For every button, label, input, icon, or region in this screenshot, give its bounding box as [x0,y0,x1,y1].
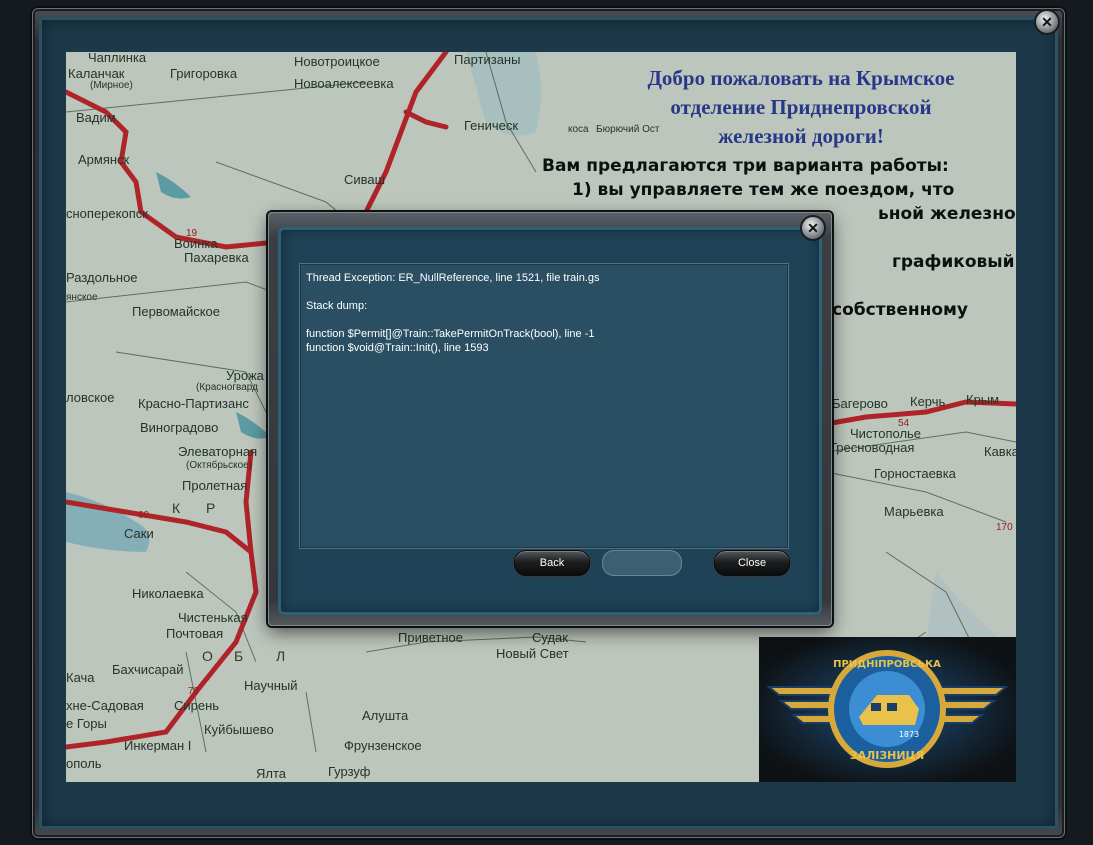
road-number: 60 [138,510,150,521]
map-town-label: ловское [66,390,115,405]
map-town-label: Пролетная [182,478,248,493]
error-message-line: Stack dump: [306,300,368,312]
map-town-label: Судак [532,630,568,645]
map-town-label: Бахчисарай [112,662,184,677]
back-button[interactable]: Back [514,550,590,576]
map-town-label: Каланчак [68,66,125,81]
map-town-label: Бюрючий Ост [596,124,660,135]
region-letter: Б [234,648,244,664]
road-number: 170 [996,522,1013,533]
map-town-label: янское [66,292,98,303]
region-letter: Л [276,648,286,664]
map-town-label: Гресноводная [830,440,915,455]
map-town-label: Чистенькая [178,610,248,625]
map-town-label: Чистополье [850,426,922,441]
map-town-label: Сиваш [344,172,386,187]
road-number: 19 [186,228,198,239]
map-town-label: Партизаны [454,52,521,67]
map-town-label: Керчь [910,394,946,409]
logo-bottom-text: ЗАЛІЗНИЦЯ [850,749,924,762]
map-town-label: коса [568,124,589,135]
map-town-label: Урожа [226,368,264,383]
map-town-label: Виноградово [140,420,219,435]
offer-line-2: 1) вы управляете тем же поездом, что [572,180,955,200]
map-town-label: Элеваторная [178,444,258,459]
offer-line-4: графиковый [892,252,1015,272]
offer-line-1: Вам предлагаются три варианта работы: [542,156,949,176]
welcome-title: Добро пожаловать на Крымское отделение П… [586,64,1016,151]
map-town-label: (Мирное) [90,80,133,91]
map-town-label: Марьевка [884,504,944,519]
logo-year: 1873 [899,730,919,739]
map-town-label: Алушта [362,708,409,723]
railway-logo: ПРИДНІПРОВСЬКА ЗАЛІЗНИЦЯ 1873 [759,637,1016,782]
map-town-label: (Октябрьское) [186,460,253,471]
disabled-button [602,550,682,576]
error-dialog: Thread Exception: ER_NullReference, line… [268,212,832,626]
map-town-label: Геническ [464,118,519,133]
map-town-label: хне-Садовая [66,698,144,713]
map-town-label: Крым [966,392,1000,407]
map-town-label: Красно-Партизанс [138,396,249,411]
map-town-label: Багерово [832,396,888,411]
error-message-line: function $Permit[]@Train::TakePermitOnTr… [306,328,595,340]
map-town-label: Первомайское [132,304,221,319]
error-message-line [306,285,788,299]
region-letter: К [172,500,181,516]
error-message-line: Thread Exception: ER_NullReference, line… [306,272,600,284]
map-town-label: Кавказ [984,444,1016,459]
map-town-label: Горностаевка [874,466,956,481]
close-button[interactable]: Close [714,550,790,576]
map-town-label: Саки [124,526,154,541]
map-town-label: Новый Свет [496,646,569,661]
map-town-label: Григоровка [170,66,238,81]
error-message-line [306,313,788,327]
map-town-label: Пахаревка [184,250,249,265]
offer-line-5: собственному [832,300,968,320]
map-town-label: (Красногвард [196,382,258,393]
map-town-label: Фрунзенское [344,738,422,753]
error-message-line: function $void@Train::Init(), line 1593 [306,342,489,354]
map-town-label: Чаплинка [88,52,147,65]
map-town-label: Инкерман I [124,738,192,753]
map-town-label: Новотроицкое [294,54,380,69]
map-town-label: Раздольное [66,270,138,285]
map-town-label: Кача [66,670,95,685]
railway-emblem-icon: ПРИДНІПРОВСЬКА ЗАЛІЗНИЦЯ 1873 [759,637,1016,782]
window-close-icon[interactable]: ✕ [1034,9,1060,35]
map-town-label: е Горы [66,716,107,731]
map-town-label: ополь [66,756,102,771]
map-town-label: Вадим [76,110,116,125]
road-number: 54 [898,418,910,429]
map-town-label: Ялта [256,766,287,781]
map-town-label: Почтовая [166,626,224,641]
map-town-label: Николаевка [132,586,204,601]
map-town-label: Сирень [174,698,220,713]
map-town-label: Новоалексеевка [294,76,394,91]
map-town-label: сноперекопск [66,206,148,221]
welcome-line-2: отделение Приднепровской [670,95,932,119]
map-town-label: Армянск [78,152,130,167]
region-letter: Р [206,500,216,516]
road-number: 78 [188,686,200,697]
region-letter: О [202,648,213,664]
map-town-label: Приветное [398,630,463,645]
map-town-label: Научный [244,678,298,693]
logo-top-text: ПРИДНІПРОВСЬКА [833,659,941,670]
welcome-line-1: Добро пожаловать на Крымское [647,66,955,90]
offer-line-3: ьной железной [878,204,1016,224]
map-town-label: Гурзуф [328,764,371,779]
dialog-close-icon[interactable]: ✕ [800,215,826,241]
error-message-area[interactable]: Thread Exception: ER_NullReference, line… [299,263,789,549]
map-town-label: Куйбышево [204,722,274,737]
